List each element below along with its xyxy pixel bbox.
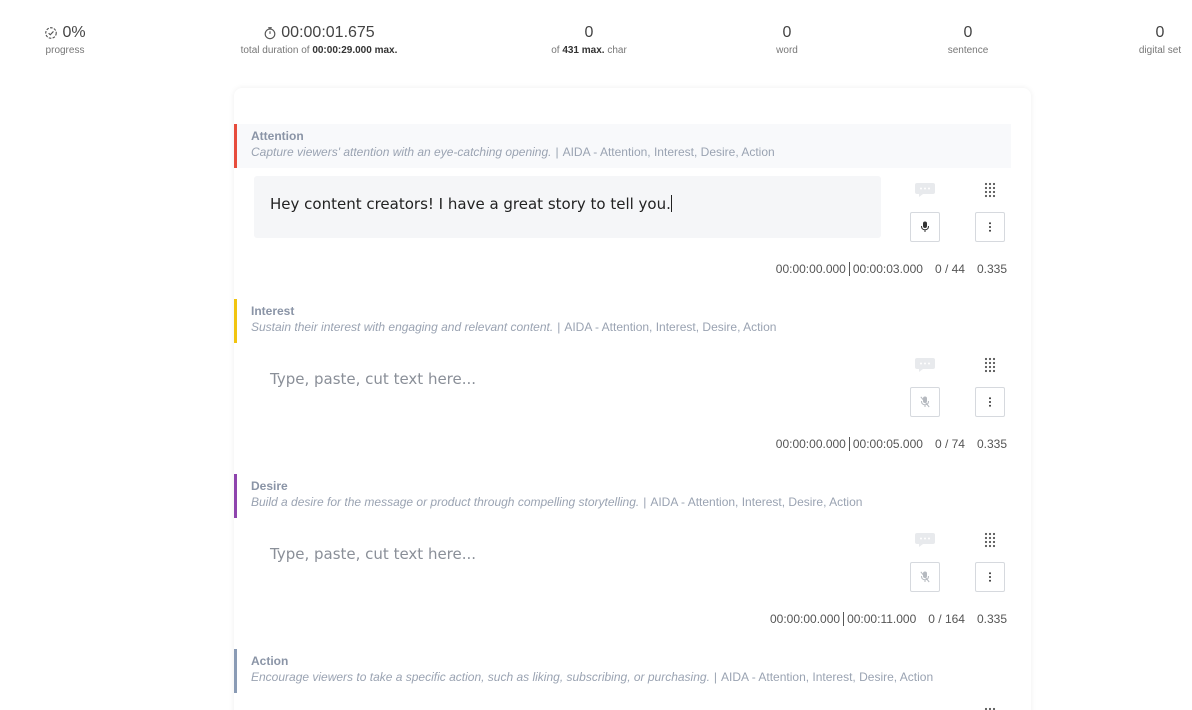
segment-end: 00:00:11.000 <box>847 612 917 626</box>
meta-separator <box>843 612 845 626</box>
chars-max: 431 max. <box>562 45 605 56</box>
drag-grid-icon[interactable] <box>980 355 1000 375</box>
stat-words: 0 word <box>762 22 812 58</box>
chat-bubble-icon[interactable] <box>913 531 937 549</box>
segment-char-count: 0 / 44 <box>934 262 965 276</box>
stat-sentences: 0 sentence <box>938 22 998 58</box>
chat-bubble-icon[interactable] <box>913 356 937 374</box>
words-value: 0 <box>782 24 792 41</box>
meta-separator <box>848 262 850 276</box>
microphone-off-icon <box>920 396 930 408</box>
digital-set-value: 0 <box>1155 24 1165 41</box>
section-description: Sustain their interest with engaging and… <box>251 318 1011 336</box>
segment-rate: 0.335 <box>976 612 1007 626</box>
meta-separator <box>848 437 850 451</box>
section-desc-text: Sustain their interest with engaging and… <box>251 320 554 334</box>
more-options-button[interactable] <box>975 212 1005 242</box>
segment-char-count: 0 / 164 <box>928 612 965 626</box>
section-header-attention: Attention Capture viewers' attention wit… <box>234 124 1011 168</box>
drag-grid-icon[interactable] <box>980 530 1000 550</box>
duration-max: 00:00:29.000 max. <box>312 45 398 56</box>
script-card: Attention Capture viewers' attention wit… <box>234 88 1031 710</box>
editor-desire[interactable]: Type, paste, cut text here... <box>254 526 881 588</box>
check-circle-icon <box>45 27 58 39</box>
microphone-button[interactable] <box>910 387 940 417</box>
segment-end: 00:00:03.000 <box>852 262 923 276</box>
desc-separator: | <box>643 495 647 509</box>
segment-char-count: 0 / 74 <box>934 437 965 451</box>
chat-bubble-icon[interactable] <box>913 181 937 199</box>
more-vertical-icon <box>989 397 991 407</box>
sentences-label: sentence <box>947 45 989 56</box>
segment-start: 00:00:00.000 <box>775 437 846 451</box>
duration-label: total duration of 00:00:29.000 max. <box>228 44 410 58</box>
section-title: Desire <box>251 479 288 493</box>
sentences-value: 0 <box>963 24 973 41</box>
drag-grid-icon[interactable] <box>980 180 1000 200</box>
editor-attention[interactable]: Hey content creators! I have a great sto… <box>254 176 881 238</box>
stat-chars: 0 of 431 max. char <box>544 22 634 58</box>
editor-interest[interactable]: Type, paste, cut text here... <box>254 351 881 413</box>
section-tag: AIDA - Attention, Interest, Desire, Acti… <box>564 320 777 334</box>
chars-label-suffix: char <box>607 45 627 56</box>
words-label: word <box>776 45 798 56</box>
section-desc-text: Encourage viewers to take a specific act… <box>251 670 710 684</box>
progress-label: progress <box>45 45 85 56</box>
chars-label: of 431 max. char <box>544 44 634 58</box>
drag-grid-icon[interactable] <box>980 705 1000 710</box>
segment-rate: 0.335 <box>976 437 1007 451</box>
section-description: Build a desire for the message or produc… <box>251 493 1011 511</box>
more-options-button[interactable] <box>975 387 1005 417</box>
section-title: Attention <box>251 129 304 143</box>
text-caret <box>670 195 672 212</box>
section-desc-text: Capture viewers' attention with an eye-c… <box>251 145 552 159</box>
section-tag: AIDA - Attention, Interest, Desire, Acti… <box>562 145 775 159</box>
duration-label-prefix: total duration of <box>240 45 310 56</box>
microphone-icon <box>921 221 929 232</box>
segment-meta: 00:00:00.000 00:00:03.000 0 / 44 0.335 <box>776 262 1007 276</box>
desc-separator: | <box>557 320 561 334</box>
microphone-button[interactable] <box>910 562 940 592</box>
section-desc-text: Build a desire for the message or produc… <box>251 495 640 509</box>
duration-value: 00:00:01.675 <box>281 24 375 41</box>
section-title: Action <box>251 654 289 668</box>
desc-separator: | <box>555 145 559 159</box>
section-tag: AIDA - Attention, Interest, Desire, Acti… <box>650 495 863 509</box>
section-header-action: Action Encourage viewers to take a speci… <box>234 649 1011 693</box>
segment-rate: 0.335 <box>976 262 1007 276</box>
section-title: Interest <box>251 304 295 318</box>
segment-end: 00:00:05.000 <box>852 437 923 451</box>
section-header-desire: Desire Build a desire for the message or… <box>234 474 1011 518</box>
stat-progress: 0% progress <box>40 22 90 58</box>
segment-start: 00:00:00.000 <box>775 262 846 276</box>
stat-duration: 00:00:01.675 total duration of 00:00:29.… <box>228 22 410 58</box>
desc-separator: | <box>713 670 718 684</box>
editor-text: Hey content creators! I have a great sto… <box>270 195 671 213</box>
chars-label-prefix: of <box>551 45 560 56</box>
segment-meta: 00:00:00.000 00:00:05.000 0 / 74 0.335 <box>776 437 1007 451</box>
stopwatch-icon <box>264 27 276 40</box>
section-header-interest: Interest Sustain their interest with eng… <box>234 299 1011 343</box>
stat-digital-set: 0 digital set <box>1132 22 1188 58</box>
segment-start: 00:00:00.000 <box>770 612 841 626</box>
microphone-off-icon <box>920 571 930 583</box>
section-tag: AIDA - Attention, Interest, Desire, Acti… <box>721 670 934 684</box>
more-vertical-icon <box>989 572 991 582</box>
progress-value: 0% <box>62 24 86 41</box>
microphone-button[interactable] <box>910 212 940 242</box>
digital-set-label: digital set <box>1138 45 1182 56</box>
section-description: Capture viewers' attention with an eye-c… <box>251 143 1011 161</box>
more-options-button[interactable] <box>975 562 1005 592</box>
section-description: Encourage viewers to take a specific act… <box>251 668 1011 686</box>
editor-placeholder: Type, paste, cut text here... <box>270 545 477 563</box>
segment-meta: 00:00:00.000 00:00:11.000 0 / 164 0.335 <box>770 612 1007 626</box>
chars-value: 0 <box>584 24 594 41</box>
more-vertical-icon <box>989 222 991 232</box>
editor-placeholder: Type, paste, cut text here... <box>270 370 477 388</box>
